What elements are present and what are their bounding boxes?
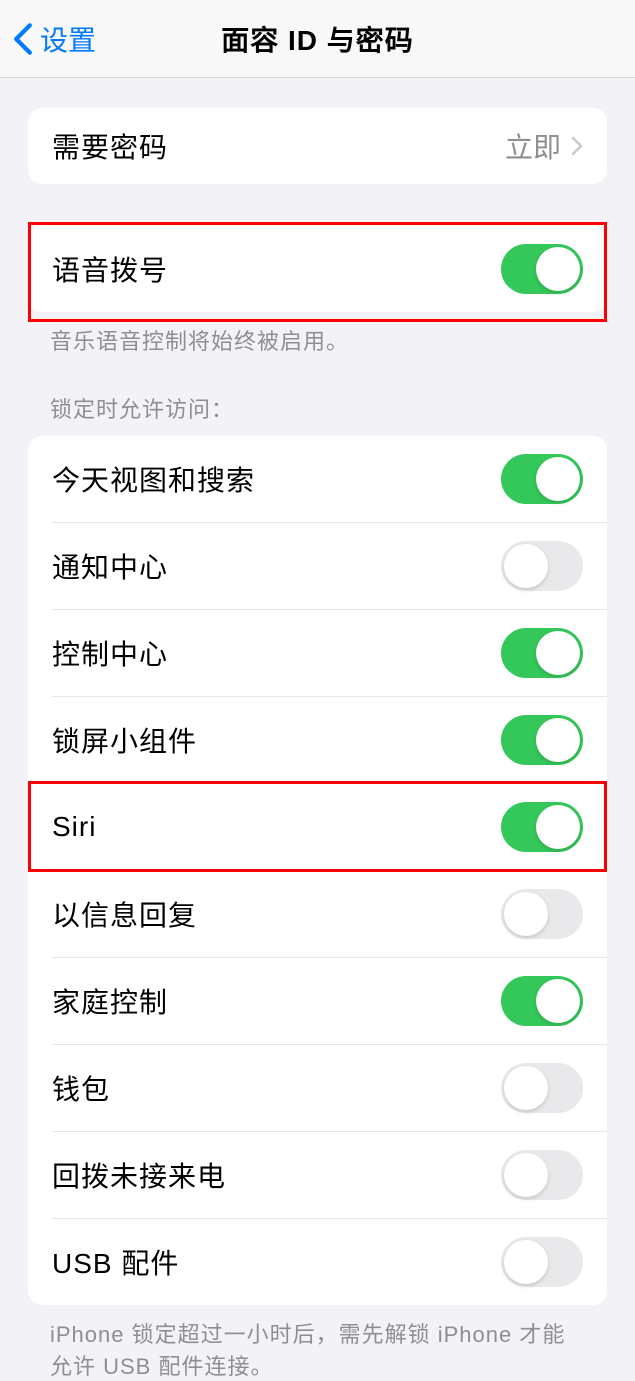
page-title: 面容 ID 与密码 [221, 19, 414, 59]
back-label: 设置 [40, 19, 96, 59]
lock-access-item-label: 以信息回复 [52, 894, 197, 934]
lock-access-item-label: 锁屏小组件 [52, 720, 197, 760]
lock-access-toggle[interactable] [501, 1150, 583, 1200]
lock-access-item-label: 今天视图和搜索 [52, 459, 255, 499]
lock-access-row[interactable]: 回拨未接来电 [52, 1131, 607, 1218]
back-button[interactable]: 设置 [0, 19, 96, 59]
lock-access-item-label: 控制中心 [52, 633, 168, 673]
lock-access-toggle[interactable] [501, 541, 583, 591]
voice-dial-row[interactable]: 语音拨号 [28, 226, 607, 312]
lock-access-footer: iPhone 锁定超过一小时后，需先解锁 iPhone 才能允许 USB 配件连… [10, 1305, 625, 1381]
lock-access-row[interactable]: 钱包 [52, 1044, 607, 1131]
lock-access-row[interactable]: USB 配件 [52, 1218, 607, 1305]
navigation-bar: 设置 面容 ID 与密码 [0, 0, 635, 78]
lock-access-row[interactable]: Siri [52, 783, 607, 870]
voice-dial-footer: 音乐语音控制将始终被启用。 [10, 312, 625, 356]
lock-access-toggle[interactable] [501, 1237, 583, 1287]
lock-access-toggle[interactable] [501, 802, 583, 852]
lock-access-toggle[interactable] [501, 628, 583, 678]
lock-access-toggle[interactable] [501, 454, 583, 504]
lock-access-item-label: USB 配件 [52, 1242, 179, 1282]
lock-access-toggle[interactable] [501, 976, 583, 1026]
voice-dial-label: 语音拨号 [52, 249, 168, 289]
voice-dial-group: 语音拨号 [28, 226, 607, 312]
lock-access-row[interactable]: 通知中心 [52, 522, 607, 609]
lock-access-toggle[interactable] [501, 1063, 583, 1113]
lock-access-row[interactable]: 控制中心 [52, 609, 607, 696]
lock-access-toggle[interactable] [501, 715, 583, 765]
require-passcode-group: 需要密码 立即 [28, 108, 607, 184]
lock-access-group: 今天视图和搜索通知中心控制中心锁屏小组件 Siri 以信息回复家庭控制钱包回拨未接来… [28, 436, 607, 1305]
lock-access-header: 锁定时允许访问： [10, 356, 625, 436]
lock-access-row[interactable]: 以信息回复 [52, 870, 607, 957]
lock-access-row[interactable]: 锁屏小组件 [52, 696, 607, 783]
require-passcode-value: 立即 [505, 126, 583, 166]
chevron-left-icon [12, 22, 34, 56]
chevron-right-icon [571, 136, 583, 156]
lock-access-row[interactable]: 今天视图和搜索 [28, 436, 607, 522]
lock-access-item-label: 家庭控制 [52, 981, 168, 1021]
voice-dial-toggle[interactable] [501, 244, 583, 294]
lock-access-row[interactable]: 家庭控制 [52, 957, 607, 1044]
lock-access-item-label: 通知中心 [52, 546, 168, 586]
require-passcode-label: 需要密码 [52, 126, 168, 166]
lock-access-toggle[interactable] [501, 889, 583, 939]
require-passcode-row[interactable]: 需要密码 立即 [28, 108, 607, 184]
lock-access-item-label: 回拨未接来电 [52, 1155, 226, 1195]
lock-access-item-label: Siri [52, 811, 96, 843]
lock-access-item-label: 钱包 [52, 1068, 110, 1108]
